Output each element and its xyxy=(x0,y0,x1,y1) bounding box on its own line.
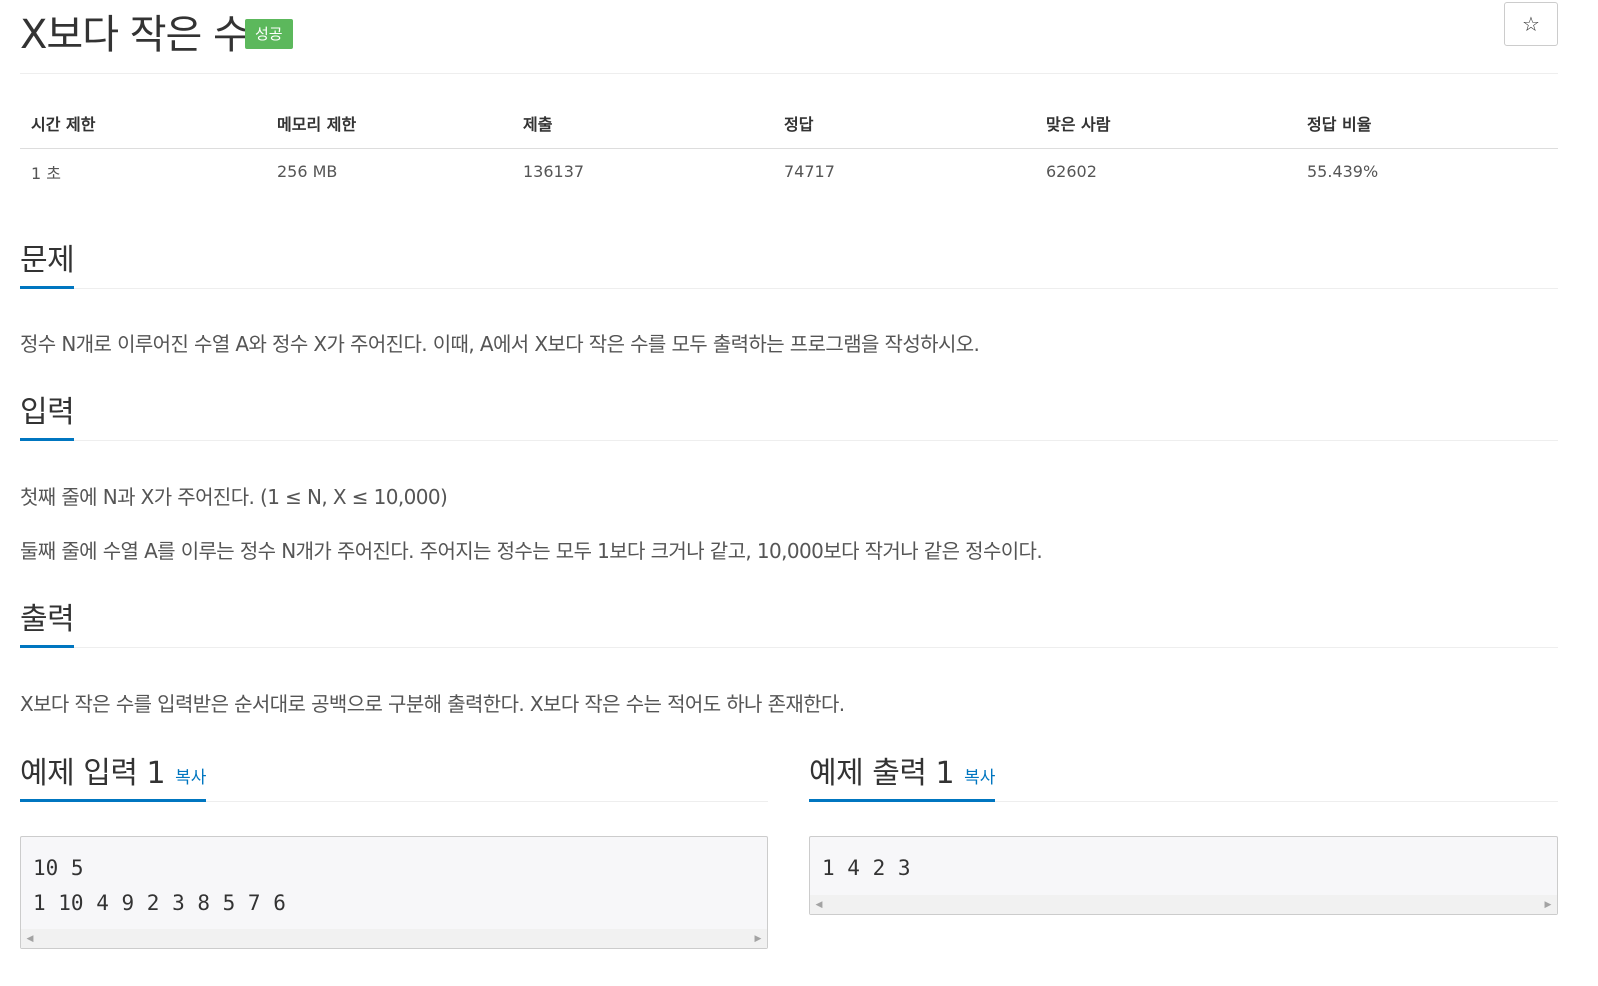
sample-input-title: 예제 입력 1 복사 xyxy=(20,754,207,802)
result-badge: 성공 xyxy=(245,19,293,49)
input-section-header: 입력 xyxy=(20,393,1558,441)
sample-output-scrollbar[interactable]: ◀ ▶ xyxy=(810,895,1557,914)
sample-output-header: 예제 출력 1 복사 xyxy=(809,754,1558,802)
problem-section-title: 문제 xyxy=(20,241,75,289)
header-accepted: 정답 xyxy=(773,99,1035,149)
sample-input-box[interactable]: 10 5 1 10 4 9 2 3 8 5 7 6 ◀ ▶ xyxy=(20,836,768,949)
input-section-title: 입력 xyxy=(20,393,75,441)
output-section-header: 출력 xyxy=(20,600,1558,648)
arrow-right-icon[interactable]: ▶ xyxy=(1539,896,1557,915)
sample-output-copy-link[interactable]: 복사 xyxy=(964,768,995,788)
favorite-star-button[interactable]: ☆ xyxy=(1504,2,1558,46)
problem-info-table: 시간 제한 메모리 제한 제출 정답 맞은 사람 정답 비율 1 초 256 M… xyxy=(20,99,1558,195)
sample-input-copy-link[interactable]: 복사 xyxy=(175,768,206,788)
value-accept-ratio: 55.439% xyxy=(1307,162,1379,182)
value-solved-users: 62602 xyxy=(1046,162,1097,182)
info-table-value-row: 1 초 256 MB 136137 74717 62602 55.439% xyxy=(20,148,1558,195)
input-description-line-2: 둘째 줄에 수열 A를 이루는 정수 N개가 주어진다. 주어지는 정수는 모두… xyxy=(20,539,1043,563)
value-submissions: 136137 xyxy=(523,162,585,182)
header-accept-ratio: 정답 비율 xyxy=(1296,99,1558,149)
header-solved-users: 맞은 사람 xyxy=(1035,99,1296,149)
output-section-title: 출력 xyxy=(20,600,75,648)
arrow-right-icon[interactable]: ▶ xyxy=(749,930,767,949)
header-submissions: 제출 xyxy=(512,99,773,149)
header-memory-limit: 메모리 제한 xyxy=(266,99,512,149)
info-table-header-row: 시간 제한 메모리 제한 제출 정답 맞은 사람 정답 비율 xyxy=(20,99,1558,149)
star-icon: ☆ xyxy=(1522,12,1540,36)
arrow-left-icon[interactable]: ◀ xyxy=(21,930,39,949)
problem-description: 정수 N개로 이루어진 수열 A와 정수 X가 주어진다. 이때, A에서 X보… xyxy=(20,332,980,356)
sample-output-box[interactable]: 1 4 2 3 ◀ ▶ xyxy=(809,836,1558,915)
arrow-left-icon[interactable]: ◀ xyxy=(810,896,828,915)
problem-title: X보다 작은 수 xyxy=(20,12,250,58)
problem-section-header: 문제 xyxy=(20,241,1558,289)
input-description-line-1: 첫째 줄에 N과 X가 주어진다. (1 ≤ N, X ≤ 10,000) xyxy=(20,485,448,509)
sample-input-content: 10 5 1 10 4 9 2 3 8 5 7 6 xyxy=(33,856,286,915)
output-description: X보다 작은 수를 입력받은 순서대로 공백으로 구분해 출력한다. X보다 작… xyxy=(20,692,845,716)
sample-input-scrollbar[interactable]: ◀ ▶ xyxy=(21,929,767,948)
value-memory-limit: 256 MB xyxy=(277,162,338,182)
header-time-limit: 시간 제한 xyxy=(20,99,266,149)
sample-input-header: 예제 입력 1 복사 xyxy=(20,754,768,802)
sample-output-content: 1 4 2 3 xyxy=(822,856,911,880)
value-time-limit: 1 초 xyxy=(31,163,61,183)
value-accepted: 74717 xyxy=(784,162,835,182)
page-header: X보다 작은 수 성공 ☆ xyxy=(20,0,1558,74)
sample-output-title: 예제 출력 1 복사 xyxy=(809,754,996,802)
